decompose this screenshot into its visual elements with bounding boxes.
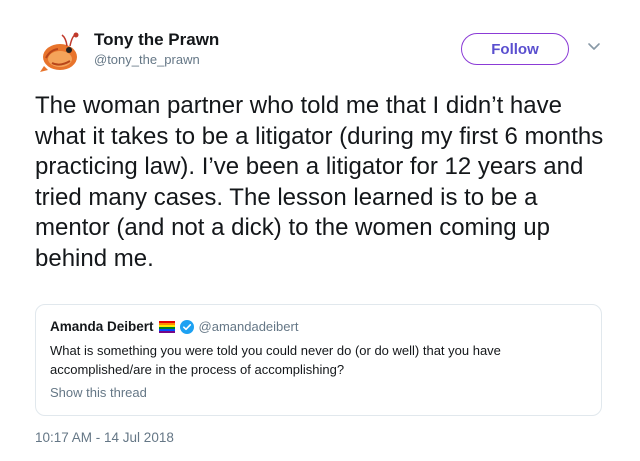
- author-handle[interactable]: @tony_the_prawn: [94, 52, 200, 67]
- follow-button[interactable]: Follow: [461, 33, 569, 65]
- prawn-avatar-icon[interactable]: [36, 30, 82, 76]
- author-name[interactable]: Tony the Prawn: [94, 30, 219, 50]
- quoted-tweet-text: What is something you were told you coul…: [50, 343, 501, 377]
- rainbow-flag-icon: [158, 320, 175, 333]
- chevron-down-icon[interactable]: [586, 38, 602, 54]
- tweet-timestamp[interactable]: 10:17 AM - 14 Jul 2018: [35, 430, 174, 445]
- quoted-author-name[interactable]: Amanda Deibert: [50, 319, 154, 334]
- tweet-text: The woman partner who told me that I did…: [35, 92, 604, 272]
- quoted-tweet-header: Amanda Deibert @amandadeibert: [50, 319, 298, 334]
- quoted-tweet[interactable]: Amanda Deibert @amandadeibert What is so…: [35, 304, 602, 416]
- show-thread-link[interactable]: Show this thread: [50, 385, 147, 400]
- verified-badge-icon: [179, 319, 194, 334]
- quoted-author-handle[interactable]: @amandadeibert: [199, 319, 299, 334]
